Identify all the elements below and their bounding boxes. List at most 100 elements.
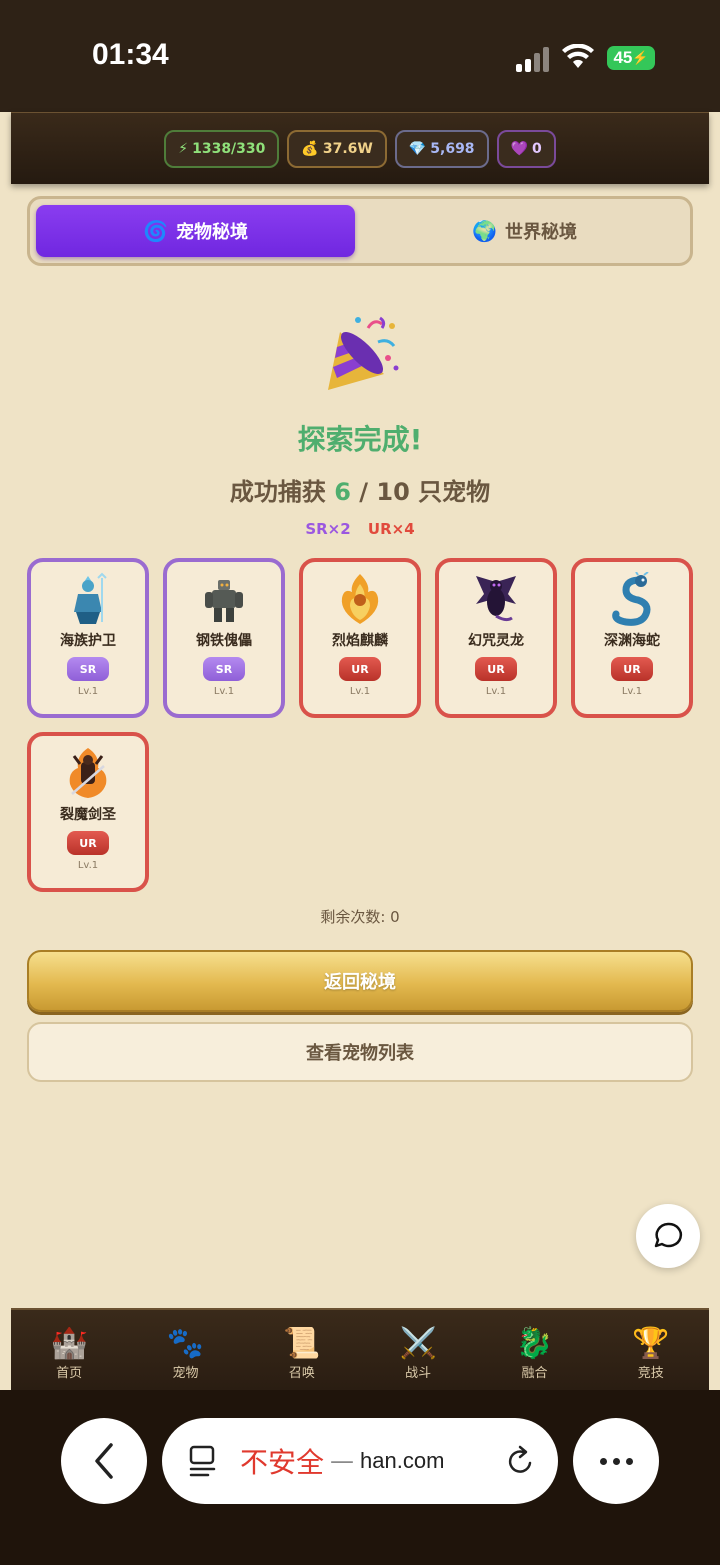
pet-name: 裂魔剑圣 <box>60 807 116 823</box>
heart-chip[interactable]: 💜 0 <box>496 129 556 168</box>
lightning-icon: ⚡ <box>178 140 189 157</box>
pet-card[interactable]: 深渊海蛇 UR Lv.1 <box>571 558 693 718</box>
battery-indicator: 45 ⚡ <box>607 46 655 70</box>
nav-summon[interactable]: 📜 召唤 <box>244 1310 360 1390</box>
chat-bubble-icon <box>654 1222 683 1248</box>
nav-battle[interactable]: ⚔️ 战斗 <box>360 1310 476 1390</box>
pet-name: 钢铁傀儡 <box>196 633 252 649</box>
dot-icon <box>599 1457 607 1465</box>
tab-world-realm-label: 世界秘境 <box>504 222 577 243</box>
status-bar: 01:34 45 ⚡ <box>0 0 720 112</box>
nav-home[interactable]: 🏰 首页 <box>11 1310 127 1390</box>
diamond-icon: 💎 <box>408 140 427 157</box>
flame-qilin-icon <box>341 574 379 624</box>
rarity-badge: UR <box>339 657 381 681</box>
pet-card[interactable]: 幻咒灵龙 UR Lv.1 <box>435 558 557 718</box>
realm-tabs: 🌀 宠物秘境 🌍 世界秘境 <box>27 196 693 266</box>
nav-battle-label: 战斗 <box>405 1366 432 1381</box>
nav-pets-label: 宠物 <box>172 1366 199 1381</box>
globe-icon: 🌍 <box>472 219 497 243</box>
nav-home-label: 首页 <box>56 1366 83 1381</box>
pet-name: 深渊海蛇 <box>604 633 660 649</box>
result-title: 探索完成! <box>297 423 423 456</box>
address-bar[interactable]: 不安全 — han.com <box>162 1418 558 1504</box>
chat-button[interactable] <box>636 1204 700 1268</box>
swirl-icon: 🌀 <box>143 219 168 243</box>
pet-name: 烈焰麒麟 <box>332 633 388 649</box>
cellular-signal-icon <box>516 46 552 72</box>
dot-icon <box>612 1457 620 1465</box>
rarity-badge: UR <box>475 657 517 681</box>
remaining-attempts: 剩余次数: 0 <box>320 908 400 926</box>
rarity-badge: SR <box>203 657 245 681</box>
battery-level: 45 <box>613 48 633 67</box>
nav-arena[interactable]: 🏆 竞技 <box>593 1310 709 1390</box>
pet-name: 海族护卫 <box>60 633 116 649</box>
ur-count: UR×4 <box>367 520 415 538</box>
browser-toolbar: 不安全 — han.com <box>0 1390 720 1565</box>
url-domain: han.com <box>360 1448 445 1473</box>
chevron-left-icon <box>95 1443 113 1479</box>
capture-summary: 成功捕获 6 / 10 只宠物 <box>0 472 720 507</box>
phantom-dragon-icon <box>476 576 516 622</box>
charging-bolt-icon: ⚡ <box>632 50 649 65</box>
pet-card[interactable]: 烈焰麒麟 UR Lv.1 <box>299 558 421 718</box>
pet-level: Lv.1 <box>213 686 235 697</box>
caught-count: 6 <box>334 478 351 506</box>
nav-fusion[interactable]: 🐉 融合 <box>476 1310 592 1390</box>
insecure-label: 不安全 <box>240 1447 325 1478</box>
nav-arena-label: 竞技 <box>637 1366 664 1381</box>
castle-icon: 🏰 <box>50 1326 88 1361</box>
dragon-icon: 🐉 <box>515 1326 554 1361</box>
purple-heart-icon: 💜 <box>510 140 528 157</box>
pet-card[interactable]: 钢铁傀儡 SR Lv.1 <box>163 558 285 718</box>
tab-world-realm[interactable]: 🌍 世界秘境 <box>365 205 684 257</box>
nav-summon-label: 召唤 <box>288 1366 315 1381</box>
url-separator: — <box>330 1447 355 1475</box>
summary-separator: / <box>359 478 369 506</box>
scroll-icon: 📜 <box>283 1326 321 1361</box>
money-bag-icon: 💰 <box>301 140 319 157</box>
bottom-nav: 🏰 首页 🐾 宠物 📜 召唤 ⚔️ 战斗 🐉 融合 🏆 竞技 <box>11 1308 709 1390</box>
trophy-icon: 🏆 <box>632 1326 670 1361</box>
pet-level: Lv.1 <box>77 860 99 871</box>
total-count: 10 <box>376 478 410 506</box>
rarity-badge: UR <box>611 657 653 681</box>
view-pet-list-button[interactable]: 查看宠物列表 <box>27 1022 693 1082</box>
gem-value: 5,698 <box>430 140 475 157</box>
sea-guardian-icon <box>74 572 107 624</box>
heart-value: 0 <box>532 140 542 157</box>
gold-chip[interactable]: 💰 37.6W <box>287 129 387 168</box>
tab-pet-realm[interactable]: 🌀 宠物秘境 <box>36 205 355 257</box>
nav-pets[interactable]: 🐾 宠物 <box>127 1310 243 1390</box>
pet-level: Lv.1 <box>621 686 643 697</box>
pet-card[interactable]: 海族护卫 SR Lv.1 <box>27 558 149 718</box>
demon-swordsman-icon <box>69 748 107 798</box>
paw-icon: 🐾 <box>166 1326 205 1361</box>
return-to-realm-button[interactable]: 返回秘境 <box>27 950 693 1012</box>
rarity-badge: UR <box>67 831 109 855</box>
browser-back-button[interactable] <box>61 1418 147 1504</box>
summary-suffix: 只宠物 <box>418 478 491 506</box>
clock: 01:34 <box>92 38 169 71</box>
energy-value: 1338/330 <box>192 140 266 157</box>
resource-bar: ⚡ 1338/330 💰 37.6W 💎 5,698 💜 0 <box>11 112 709 184</box>
pet-card[interactable]: 裂魔剑圣 UR Lv.1 <box>27 732 149 892</box>
energy-chip[interactable]: ⚡ 1338/330 <box>164 129 280 168</box>
abyss-serpent-icon <box>612 572 651 626</box>
iron-golem-icon <box>205 580 243 622</box>
gold-value: 37.6W <box>322 140 373 157</box>
more-options-button[interactable] <box>573 1418 659 1504</box>
rarity-counts: SR×2 UR×4 <box>0 520 720 538</box>
dot-icon <box>625 1457 633 1465</box>
pet-level: Lv.1 <box>349 686 371 697</box>
gem-chip[interactable]: 💎 5,698 <box>394 129 489 168</box>
wifi-icon <box>562 44 594 68</box>
pet-level: Lv.1 <box>485 686 507 697</box>
crossed-swords-icon: ⚔️ <box>399 1326 437 1361</box>
tab-pet-realm-label: 宠物秘境 <box>175 222 248 243</box>
pet-level: Lv.1 <box>77 686 99 697</box>
pet-name: 幻咒灵龙 <box>468 633 524 649</box>
reload-icon[interactable] <box>506 1445 536 1477</box>
party-popper-icon <box>328 316 399 390</box>
